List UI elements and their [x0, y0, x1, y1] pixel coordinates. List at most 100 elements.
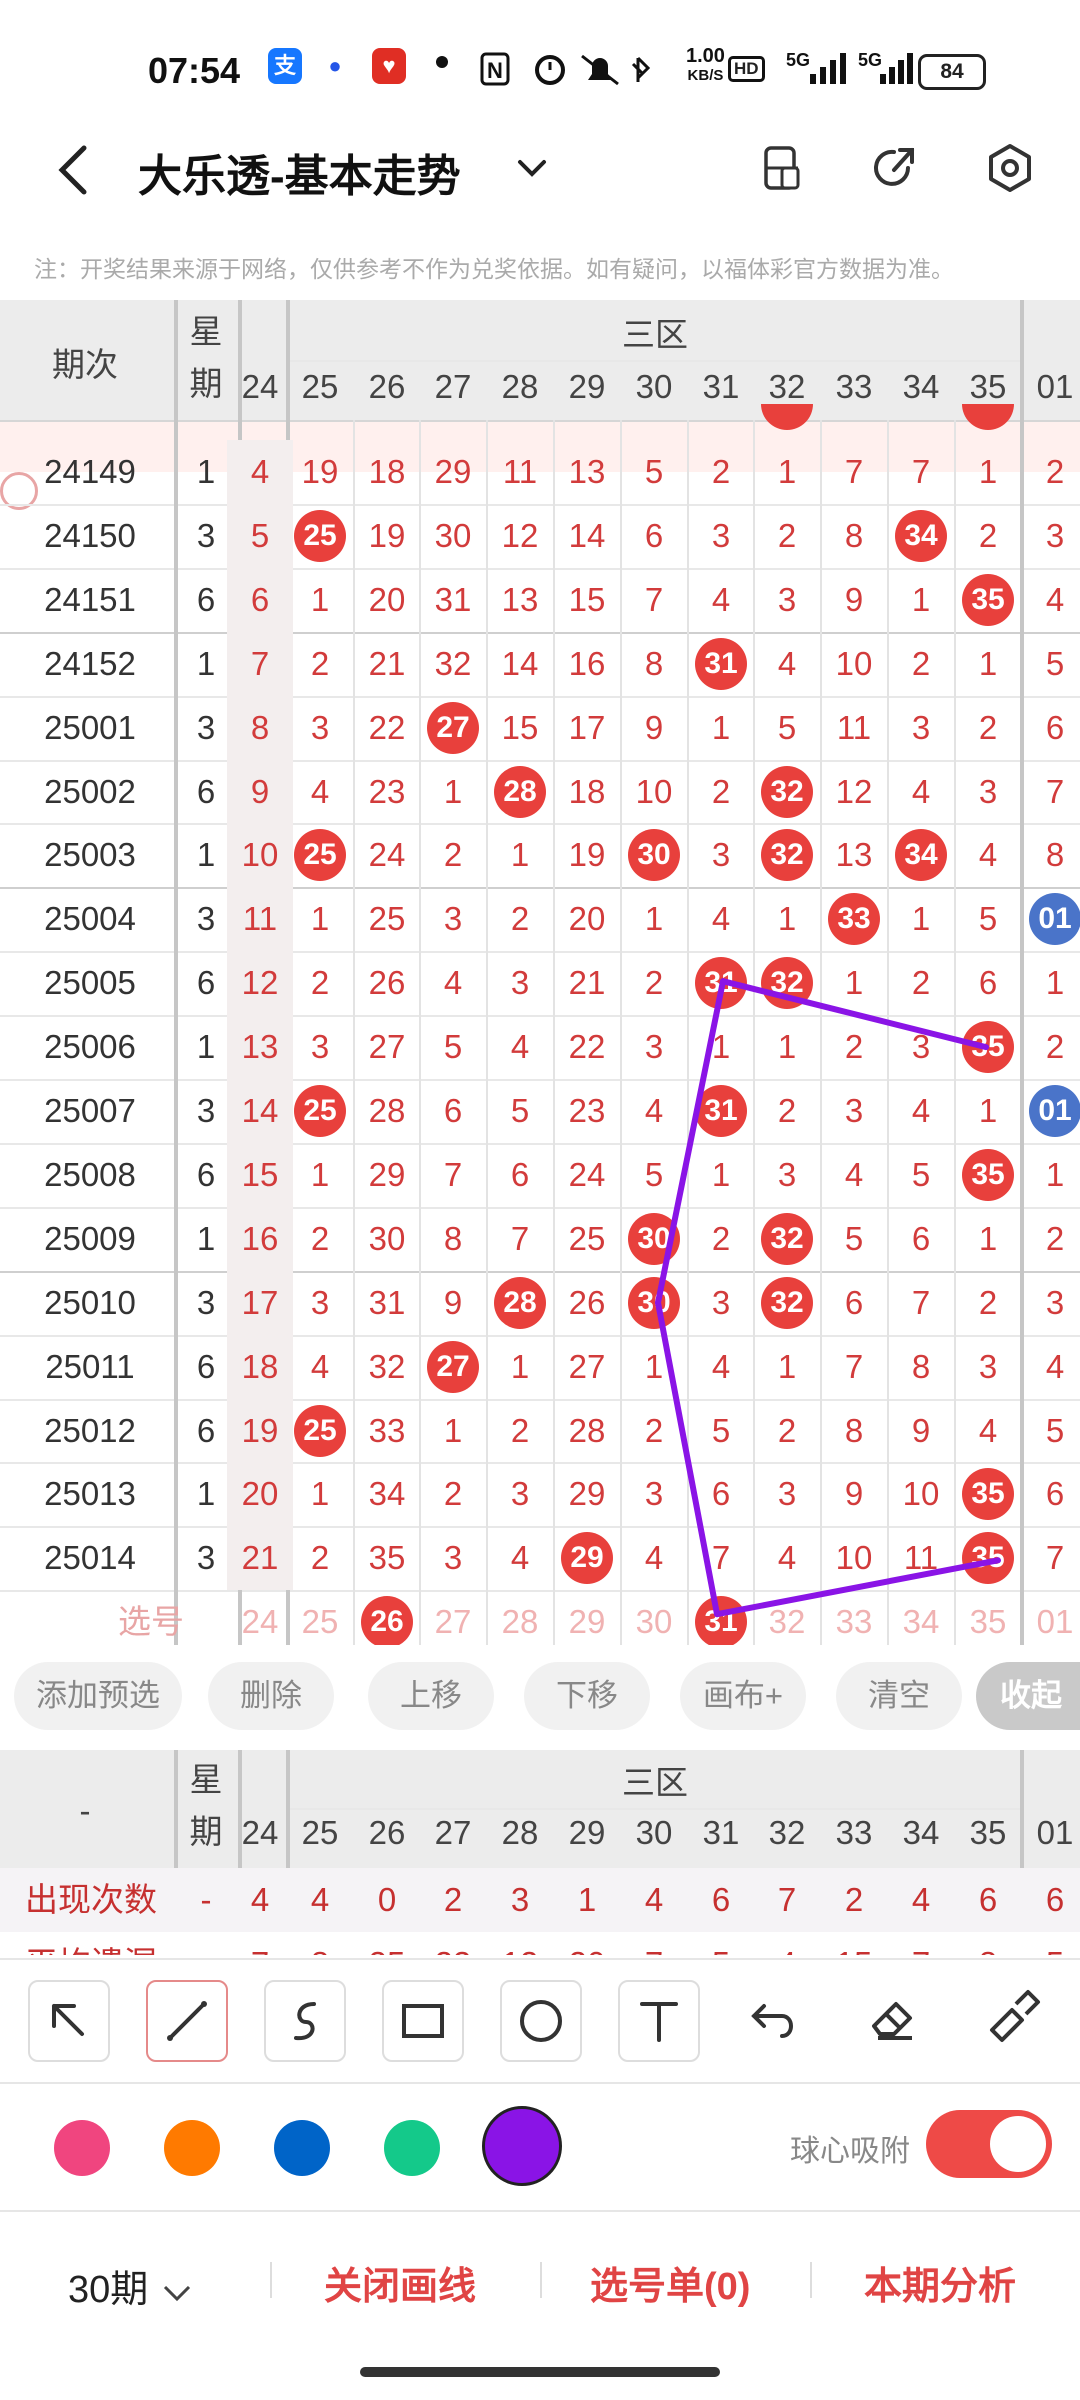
stats-cell: 7 [227, 1932, 293, 1955]
circle-tool-icon[interactable] [500, 1980, 582, 2062]
clock: 07:54 [148, 50, 241, 91]
stats-column-29: 29 [568, 1814, 606, 1851]
action-button-3[interactable]: 下移 [524, 1662, 650, 1730]
stats-column-01: 01 [1036, 1814, 1074, 1851]
arrow-tool-icon[interactable] [28, 1980, 110, 2062]
color-swatch-purple[interactable] [482, 2106, 562, 2186]
stats-cell: 23 [420, 1932, 486, 1955]
pinduoduo-icon: ♥ [372, 48, 406, 84]
stats-column-34: 34 [902, 1814, 940, 1851]
clear-brush-icon[interactable] [972, 1980, 1050, 2058]
stats-cell: 35 [354, 1932, 420, 1955]
chevron-down-icon[interactable] [512, 148, 552, 188]
rectangle-tool-icon[interactable] [382, 1980, 464, 2062]
drawn-lines-overlay[interactable] [0, 300, 1080, 1645]
period-selector[interactable]: 30期 [68, 2258, 195, 2313]
divider [0, 1958, 1080, 1960]
stats-cell: 8 [287, 1932, 353, 1955]
action-button-1[interactable]: 删除 [208, 1662, 334, 1730]
color-swatch-orange[interactable] [164, 2120, 220, 2176]
action-button-6[interactable]: 收起 [976, 1662, 1080, 1730]
stats-cell: 5 [1022, 1932, 1080, 1955]
status-icons: N [480, 52, 651, 86]
line-tool-icon[interactable] [146, 1980, 228, 2062]
chevron-down-icon [163, 2285, 190, 2302]
settings-icon[interactable] [980, 138, 1040, 198]
action-button-4[interactable]: 画布+ [680, 1662, 806, 1730]
stats-cell: 5 [688, 1932, 754, 1955]
stats-cell: 6 [1045, 1881, 1065, 1918]
stats-cell: 20 [554, 1932, 620, 1955]
net-speed: 1.00 KB/S [686, 45, 725, 84]
stats-cell: 1 [577, 1881, 597, 1918]
close-lines-button[interactable]: 关闭画线 [324, 2255, 476, 2310]
stats-cell: 12 [487, 1932, 553, 1955]
stats-column-30: 30 [635, 1814, 673, 1851]
stats-cell: 15 [821, 1932, 887, 1955]
signal-icon [810, 53, 846, 84]
action-button-2[interactable]: 上移 [368, 1662, 494, 1730]
home-indicator [360, 2367, 720, 2377]
status-bar: 07:54 支 ● ♥ N 1.00 KB/S HD 5G 5G 84 [0, 0, 1080, 130]
text-tool-icon[interactable] [618, 1980, 700, 2062]
alipay-icon: 支 [268, 48, 302, 84]
stats-cell: 4 [644, 1881, 664, 1918]
zone-divider [290, 1808, 1020, 1810]
stats-column-31: 31 [702, 1814, 740, 1851]
stats-cell: 7 [621, 1932, 687, 1955]
stats-column-27: 27 [434, 1814, 472, 1851]
stats-cell: 4 [310, 1881, 330, 1918]
period-analysis-button[interactable]: 本期分析 [864, 2255, 1016, 2310]
drawn-line[interactable] [714, 1557, 1001, 1618]
toggle-knob [990, 2116, 1046, 2172]
stats-cell: 4 [250, 1881, 270, 1918]
curve-tool-icon[interactable] [264, 1980, 346, 2062]
stats-zone-header: 三区 [622, 1764, 688, 1801]
stats-cell: 4 [911, 1881, 931, 1918]
notice-text: 注：开奖结果来源于网络，仅供参考不作为兑奖依据。如有疑问，以福体彩官方数据为准。 [34, 256, 954, 282]
undo-icon[interactable] [736, 1980, 814, 2058]
baidu-icon: ● [318, 48, 352, 84]
stats-corner: - [79, 1792, 91, 1829]
stats-table: - 星期三区 24 25 26 27 28 29 30 31 32 33 34 35 01 出现次数 -4 4 0 2… [0, 1750, 1080, 1955]
stats-cell: 7 [888, 1932, 954, 1955]
action-button-5[interactable]: 清空 [836, 1662, 962, 1730]
stats-cell: 0 [377, 1881, 397, 1918]
stats-cell: 2 [844, 1881, 864, 1918]
stats-row-label: 出现次数 [25, 1881, 157, 1918]
drawn-line[interactable] [720, 978, 989, 1051]
stats-cell: 7 [777, 1881, 797, 1918]
footer-divider [810, 2262, 812, 2298]
drawn-line[interactable] [655, 978, 726, 1306]
stats-cell: 8 [955, 1932, 1021, 1955]
stats-cell: 2 [443, 1881, 463, 1918]
stats-cell: 4 [754, 1932, 820, 1955]
dot-icon [436, 56, 448, 68]
snap-label: 球心吸附 [790, 2135, 910, 2168]
stats-cell: 3 [510, 1881, 530, 1918]
color-swatch-green[interactable] [384, 2120, 440, 2176]
eraser-icon[interactable] [854, 1980, 932, 2058]
color-swatch-pink[interactable] [54, 2120, 110, 2176]
stats-column-35: 35 [969, 1814, 1007, 1851]
period-label: 30期 [68, 2269, 149, 2311]
page-title[interactable]: 大乐透-基本走势 [138, 140, 461, 204]
stats-cell: 6 [711, 1881, 731, 1918]
action-button-0[interactable]: 添加预选 [14, 1662, 182, 1730]
svg-text:N: N [487, 58, 503, 83]
stats-column-26: 26 [368, 1814, 406, 1851]
phone-layout-icon[interactable] [752, 138, 812, 198]
color-swatch-blue[interactable] [274, 2120, 330, 2176]
back-arrow-icon[interactable] [50, 140, 100, 200]
stats-column-28: 28 [501, 1814, 539, 1851]
stats-row-label: 平均遗漏 [6, 1932, 176, 1955]
stats-cell: 6 [978, 1881, 998, 1918]
divider [0, 2210, 1080, 2212]
share-icon[interactable] [864, 138, 924, 198]
snap-toggle[interactable] [926, 2110, 1052, 2178]
selection-list-button[interactable]: 选号单(0) [590, 2255, 750, 2310]
divider [0, 2082, 1080, 2084]
battery-icon: 84 [918, 54, 986, 90]
drawn-line[interactable] [655, 1299, 720, 1618]
footer-divider [540, 2262, 542, 2298]
